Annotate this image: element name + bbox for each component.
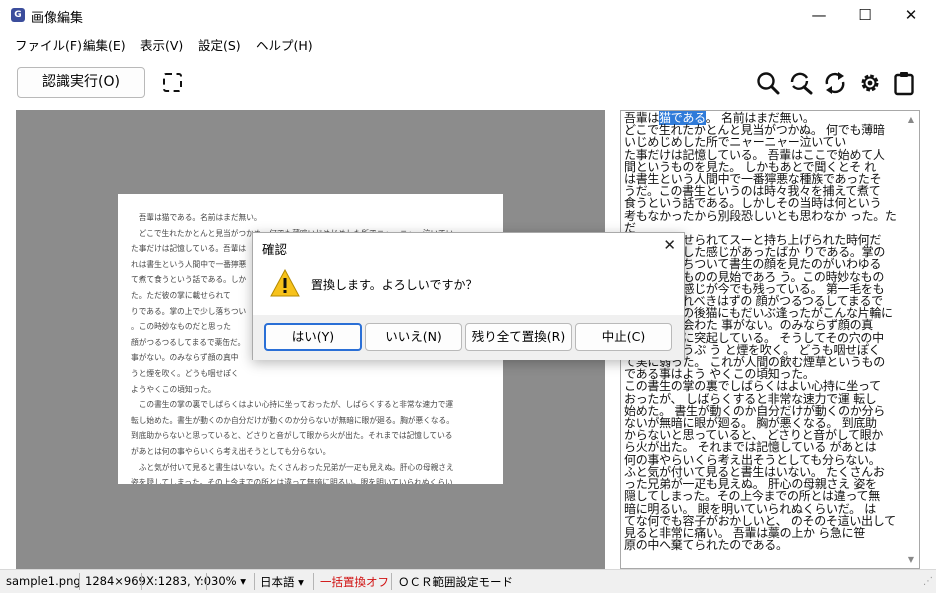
refresh-icon[interactable] [822, 70, 848, 96]
cancel-button[interactable]: 中止(C) [575, 323, 672, 351]
language-dropdown[interactable]: 日本語 ▾ [260, 574, 304, 590]
search-replace-icon[interactable] [788, 70, 814, 96]
dialog-title: 確認 [262, 242, 288, 257]
scroll-up-arrow-icon[interactable]: ▲ [905, 115, 917, 124]
ocr-mode-status: ＯＣＲ範囲設定モード [398, 575, 513, 589]
window-title: 画像編集 [31, 11, 84, 26]
status-separator [313, 573, 314, 590]
dialog-message: 置換します。よろしいですか？ [311, 278, 478, 292]
status-separator [254, 573, 255, 590]
close-button[interactable]: ✕ [888, 0, 934, 31]
confirm-dialog: 確認 ✕ 置換します。よろしいですか？ はい(Y) いいえ(N) 残り全て置換(… [252, 232, 685, 360]
warning-icon [270, 268, 300, 297]
title-bar: G 画像編集 — ☐ ✕ [0, 0, 936, 31]
yes-button[interactable]: はい(Y) [264, 323, 362, 351]
replace-all-button[interactable]: 残り全て置換(R) [465, 323, 572, 351]
select-region-icon[interactable] [163, 73, 182, 92]
bulk-replace-status[interactable]: 一括置換オフ [320, 574, 389, 590]
dialog-footer: はい(Y) いいえ(N) 残り全て置換(R) 中止(C) [253, 315, 684, 360]
menu-view[interactable]: 表示(V) [140, 35, 183, 54]
status-coords: X:1283, Y:0 [146, 574, 212, 588]
app-icon: G [11, 8, 25, 22]
toolbar: 認識実行(O) [0, 55, 936, 107]
status-separator [391, 573, 392, 590]
menu-help[interactable]: ヘルプ(H) [256, 35, 313, 54]
zoom-dropdown[interactable]: 30% ▾ [211, 574, 246, 588]
menu-edit[interactable]: 編集(E) [83, 35, 126, 54]
clipboard-icon[interactable] [891, 70, 917, 96]
scroll-down-arrow-icon[interactable]: ▼ [905, 555, 917, 564]
maximize-button[interactable]: ☐ [842, 0, 888, 31]
menu-settings[interactable]: 設定(S) [198, 35, 241, 54]
settings-gear-icon[interactable] [857, 70, 883, 96]
no-button[interactable]: いいえ(N) [365, 323, 462, 351]
resize-grip-icon[interactable]: ⋰ [923, 576, 933, 587]
minimize-button[interactable]: — [796, 0, 842, 31]
menu-bar: ファイル(F) 編集(E) 表示(V) 設定(S) ヘルプ(H) [0, 31, 936, 55]
status-dimensions: 1284×969 [85, 574, 146, 588]
run-ocr-button[interactable]: 認識実行(O) [17, 67, 145, 98]
dialog-close-button[interactable]: ✕ [663, 236, 676, 254]
status-separator [141, 573, 142, 590]
menu-file[interactable]: ファイル(F) [15, 35, 82, 54]
status-separator [206, 573, 207, 590]
status-separator [79, 573, 80, 590]
zoom-icon[interactable] [755, 70, 781, 96]
status-bar: sample1.png 1284×969 X:1283, Y:0 30% ▾ 日… [0, 569, 936, 593]
status-filename: sample1.png [6, 574, 81, 588]
